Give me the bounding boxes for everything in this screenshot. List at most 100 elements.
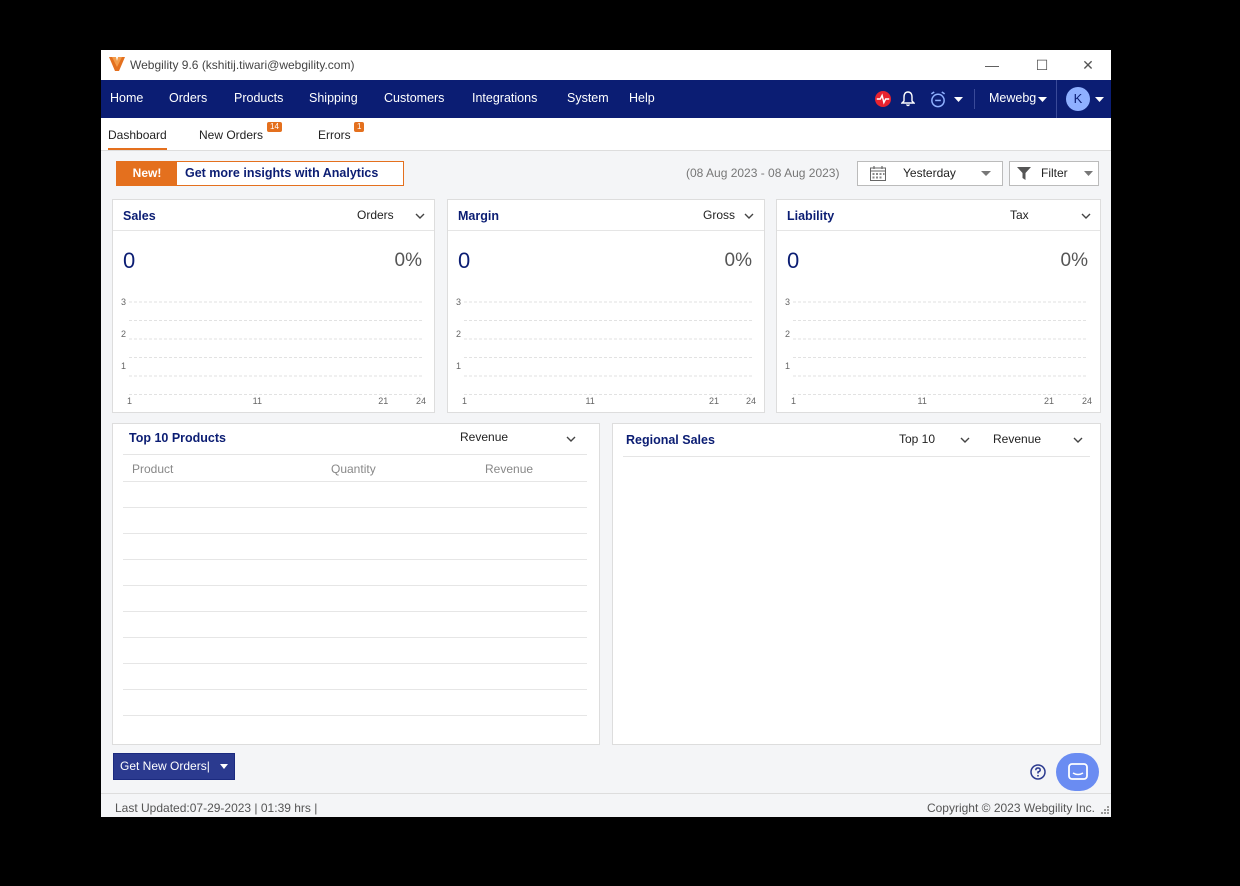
card-title: Margin <box>458 209 499 223</box>
errors-count-badge: 1 <box>354 122 365 132</box>
regional-metric-select[interactable]: Revenue <box>993 432 1041 446</box>
margin-percent: 0% <box>724 250 752 271</box>
resize-grip-icon[interactable] <box>1099 806 1109 816</box>
minimize-button[interactable]: — <box>977 54 1007 76</box>
card-divider <box>448 230 764 231</box>
nav-integrations[interactable]: Integrations <box>472 91 537 105</box>
y-tick-label: 1 <box>785 361 790 371</box>
column-header-revenue: Revenue <box>485 462 534 476</box>
nav-customers[interactable]: Customers <box>384 91 444 105</box>
x-tick-label: 24 <box>1082 396 1092 406</box>
x-tick-label: 21 <box>709 396 719 406</box>
analytics-promo-text[interactable]: Get more insights with Analytics <box>185 166 378 180</box>
y-tick-label: 2 <box>121 329 126 339</box>
nav-divider <box>1056 80 1057 118</box>
date-preset-value: Yesterday <box>903 166 956 180</box>
tab-new-orders-label: New Orders <box>199 128 264 142</box>
y-tick-label: 3 <box>121 297 126 307</box>
bell-icon[interactable] <box>901 91 915 107</box>
liability-percent: 0% <box>1060 250 1088 271</box>
margin-metric-select[interactable]: Gross <box>703 208 735 222</box>
window-title: Webgility 9.6 (kshitij.tiwari@webgility.… <box>130 58 355 72</box>
card-divider <box>777 230 1100 231</box>
table-row <box>123 507 587 508</box>
nav-products[interactable]: Products <box>234 91 283 105</box>
nav-system[interactable]: System <box>567 91 609 105</box>
regional-top-select[interactable]: Top 10 <box>899 432 935 446</box>
chevron-down-icon[interactable] <box>1081 213 1091 219</box>
chevron-down-icon <box>981 171 991 176</box>
column-header-product: Product <box>132 462 174 476</box>
column-header-quantity: Quantity <box>331 462 376 476</box>
filter-button[interactable]: Filter <box>1009 161 1099 186</box>
y-tick-label: 2 <box>456 329 461 339</box>
x-tick-label: 21 <box>378 396 388 406</box>
sales-percent: 0% <box>394 250 422 271</box>
nav-divider <box>974 89 975 109</box>
table-row <box>123 689 587 690</box>
webgility-logo-icon <box>109 57 125 71</box>
analytics-promo-banner[interactable]: New! Get more insights with Analytics <box>116 161 404 186</box>
avatar-dropdown-chevron-icon[interactable] <box>1095 97 1104 103</box>
tab-new-orders[interactable]: New Orders 14 <box>199 122 282 142</box>
alarm-clock-icon[interactable] <box>929 91 947 108</box>
liability-value: 0 <box>787 248 800 273</box>
table-row <box>123 559 587 560</box>
chevron-down-icon[interactable] <box>220 764 228 769</box>
sales-card: Sales Orders 0 0% 3 2 1 1 11 21 24 <box>112 199 435 413</box>
table-row <box>123 637 587 638</box>
account-dropdown-chevron-icon[interactable] <box>1038 97 1047 103</box>
chevron-down-icon[interactable] <box>415 213 425 219</box>
x-tick-label: 24 <box>746 396 756 406</box>
sales-metric-select[interactable]: Orders <box>357 208 394 222</box>
x-tick-label: 11 <box>585 396 594 406</box>
title-bar: Webgility 9.6 (kshitij.tiwari@webgility.… <box>101 50 1111 80</box>
nav-orders[interactable]: Orders <box>169 91 207 105</box>
activity-icon[interactable] <box>874 91 892 107</box>
y-tick-label: 3 <box>785 297 790 307</box>
chat-button[interactable] <box>1056 753 1099 791</box>
y-tick-label: 2 <box>785 329 790 339</box>
close-button[interactable]: ✕ <box>1073 54 1103 76</box>
sales-chart: 3211 11 21 24 <box>121 297 426 406</box>
x-tick-label: 24 <box>416 396 426 406</box>
top-products-title: Top 10 Products <box>129 431 227 445</box>
avatar[interactable]: K <box>1066 87 1090 111</box>
regional-sales-title: Regional Sales <box>626 433 715 447</box>
nav-home[interactable]: Home <box>110 91 143 105</box>
new-label: New! <box>117 162 177 185</box>
top-products-metric-select[interactable]: Revenue <box>460 430 508 444</box>
tab-dashboard[interactable]: Dashboard <box>108 128 167 150</box>
get-new-orders-button[interactable]: Get New Orders| <box>113 753 235 780</box>
x-tick-label: 11 <box>918 396 927 406</box>
app-window: Webgility 9.6 (kshitij.tiwari@webgility.… <box>101 50 1111 817</box>
x-tick-label: 21 <box>1044 396 1054 406</box>
date-range-text: (08 Aug 2023 - 08 Aug 2023) <box>686 166 840 180</box>
table-row <box>123 533 587 534</box>
chevron-down-icon[interactable] <box>566 436 576 442</box>
y-tick-label: 1 <box>456 361 461 371</box>
chat-icon <box>1068 763 1088 780</box>
maximize-button[interactable]: ☐ <box>1027 54 1057 76</box>
nav-help[interactable]: Help <box>629 91 655 105</box>
table-row <box>123 585 587 586</box>
main-nav: Home Orders Products Shipping Customers … <box>101 80 1111 118</box>
liability-chart: 3211 11 21 24 <box>785 297 1092 406</box>
date-preset-select[interactable]: Yesterday <box>857 161 1003 186</box>
y-tick-label: 3 <box>456 297 461 307</box>
tab-errors[interactable]: Errors 1 <box>318 122 365 142</box>
chevron-down-icon[interactable] <box>960 437 970 443</box>
table-row <box>123 611 587 612</box>
help-icon[interactable] <box>1030 764 1046 780</box>
table-row <box>123 481 587 482</box>
x-tick-label: 1 <box>462 396 467 406</box>
nav-shipping[interactable]: Shipping <box>309 91 358 105</box>
chevron-down-icon[interactable] <box>744 213 754 219</box>
copyright-text: Copyright © 2023 Webgility Inc. <box>926 801 1095 815</box>
card-divider <box>113 230 434 231</box>
liability-metric-select[interactable]: Tax <box>1010 208 1029 222</box>
chevron-down-icon[interactable] <box>1073 437 1083 443</box>
account-name[interactable]: Mewebg <box>989 91 1036 105</box>
x-tick-label: 1 <box>791 396 796 406</box>
alarm-dropdown-chevron-icon[interactable] <box>954 97 963 103</box>
